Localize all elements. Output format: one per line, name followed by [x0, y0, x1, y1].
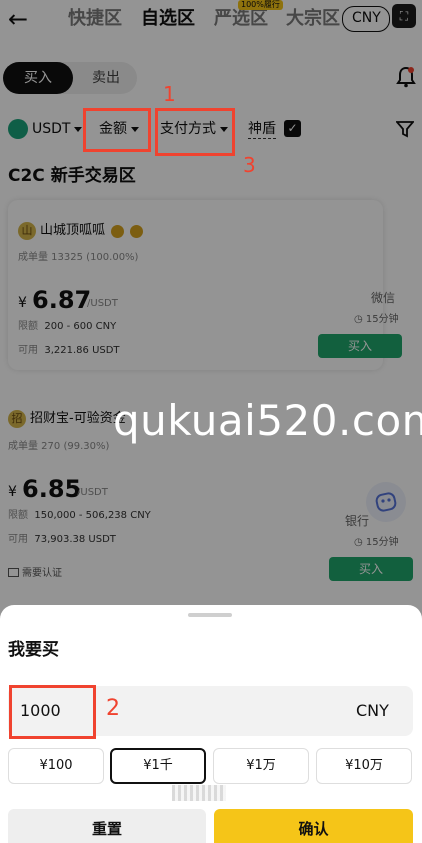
annotation-box-amount-input	[9, 685, 96, 739]
blurred-region	[172, 785, 226, 801]
preset-10k[interactable]: ¥1万	[213, 748, 309, 784]
reset-button[interactable]: 重置	[8, 809, 206, 843]
sheet-title: 我要买	[8, 640, 59, 660]
annotation-box-payment	[155, 108, 235, 156]
annotation-number-1: 1	[163, 82, 176, 106]
annotation-number-3: 3	[243, 153, 256, 177]
preset-1k[interactable]: ¥1千	[110, 748, 206, 784]
watermark: qukuai520.com	[113, 396, 422, 445]
confirm-button[interactable]: 确认	[214, 809, 413, 843]
p2p-page: ← 快捷区 自选区 严选区 100%履行 大宗区 CNY ⛶ 买入 卖出 USD…	[0, 0, 422, 843]
annotation-number-2: 2	[106, 696, 120, 721]
sheet-drag-handle[interactable]	[188, 613, 232, 617]
preset-100[interactable]: ¥100	[8, 748, 104, 784]
annotation-box-amount	[83, 108, 151, 152]
amount-currency: CNY	[356, 701, 389, 720]
preset-100k[interactable]: ¥10万	[316, 748, 412, 784]
